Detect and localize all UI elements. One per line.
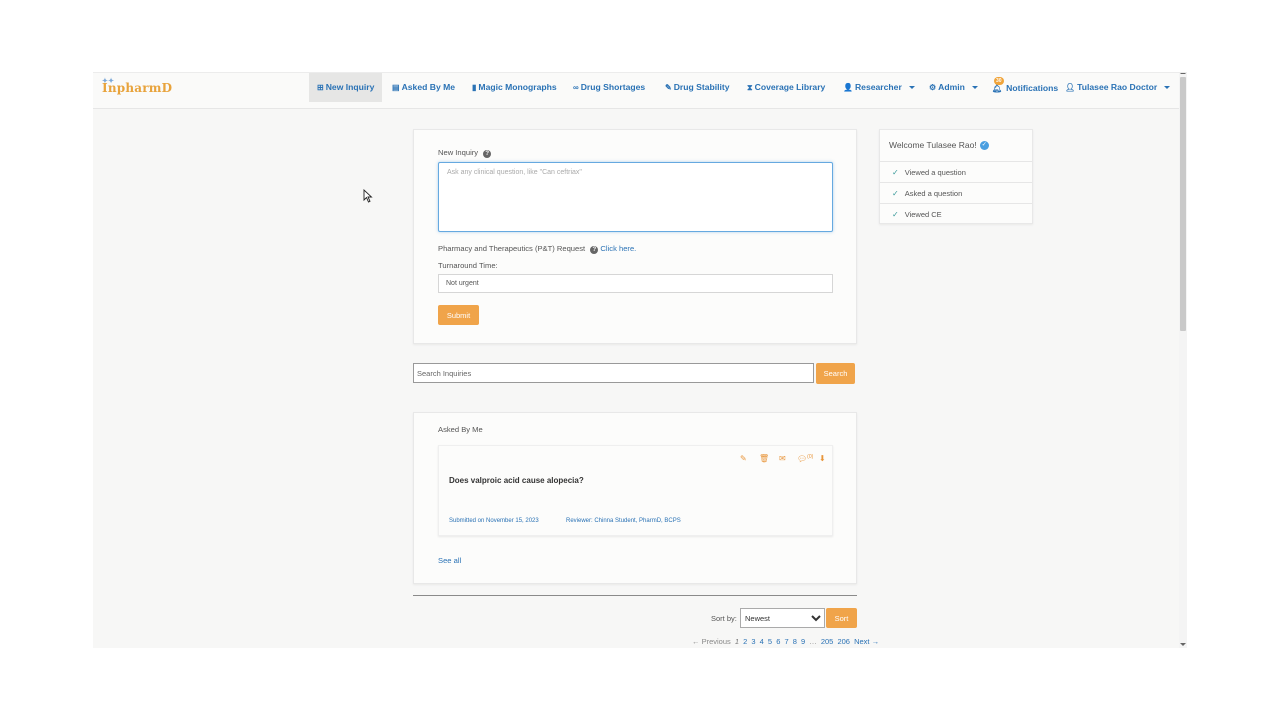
nav-magic-monographs[interactable]: ▮ Magic Monographs — [472, 73, 557, 102]
caret-down-icon — [1164, 86, 1171, 89]
nav-user-dropdown[interactable]: 👤︎ Tulasee Rao Doctor — [1065, 73, 1171, 102]
pagination-page-link[interactable]: 206 — [837, 637, 850, 646]
pagination-page-link[interactable]: 4 — [760, 637, 764, 646]
caret-down-icon — [971, 86, 978, 89]
scrollbar-thumb[interactable] — [1180, 77, 1186, 331]
pagination-page-link[interactable]: 2 — [743, 637, 747, 646]
check-icon: ✓ — [892, 209, 899, 219]
sort-select[interactable]: Newest — [740, 608, 825, 628]
welcome-item: ✓ Viewed CE — [880, 203, 1032, 224]
pagination-page-link[interactable]: 9 — [801, 637, 805, 646]
app-window: ✦✦ InpharmD ⊞ New Inquiry ▤ Asked By Me … — [93, 72, 1187, 648]
sort-button[interactable]: Sort — [826, 608, 857, 628]
scroll-up-arrow-icon[interactable] — [1180, 73, 1186, 74]
reviewer-name[interactable]: Reviewer: Chinna Student, PharmD, BCPS — [566, 518, 681, 524]
notification-count-badge: 30 — [994, 77, 1004, 85]
plus-square-icon: ⊞ — [317, 83, 324, 92]
pt-request-row: Pharmacy and Therapeutics (P&T) Request … — [438, 244, 637, 254]
turnaround-select[interactable]: Not urgent — [438, 274, 833, 293]
verified-badge-icon: ✓ — [979, 140, 989, 150]
pagination-page-link[interactable]: 5 — [768, 637, 772, 646]
mouse-cursor-icon — [363, 189, 373, 203]
help-circle-icon[interactable]: ? — [483, 150, 492, 158]
pagination-page-link[interactable]: 3 — [751, 637, 755, 646]
logo-sparks-icon: ✦✦ — [102, 76, 115, 85]
welcome-panel: Welcome Tulasee Rao! ✓ ✓ Viewed a questi… — [879, 129, 1033, 224]
help-circle-icon[interactable]: ? — [590, 246, 599, 254]
pagination-page-link[interactable]: 205 — [821, 637, 834, 646]
envelope-icon[interactable]: ✉ — [779, 454, 786, 463]
pagination-previous: ← Previous — [692, 637, 731, 646]
nav-drug-stability[interactable]: ✎ Drug Stability — [665, 73, 730, 102]
nav-drug-shortages[interactable]: ∞ Drug Shortages — [573, 73, 645, 102]
trash-icon[interactable]: 🗑︎ — [759, 454, 769, 463]
list-icon: ▤ — [392, 83, 400, 92]
nav-researcher-dropdown[interactable]: 👤 Researcher — [843, 73, 915, 102]
search-button[interactable]: Search — [816, 363, 855, 384]
section-divider — [413, 595, 857, 596]
nav-new-inquiry[interactable]: ⊞ New Inquiry — [309, 73, 383, 102]
check-icon: ✓ — [892, 167, 899, 177]
nav-notifications[interactable]: 🔔︎ 30 Notifications — [992, 74, 1058, 103]
inquiry-card[interactable]: ✎ 🗑︎ ✉ 💬︎(0) ⬇ Does valproic acid cause … — [438, 445, 833, 536]
inquiry-textarea[interactable] — [438, 162, 833, 232]
pagination-next[interactable]: Next → — [854, 637, 879, 646]
comment-count: (0) — [807, 454, 814, 460]
logo[interactable]: ✦✦ InpharmD — [102, 76, 172, 95]
user-icon: 👤︎ — [1065, 83, 1076, 92]
comments-icon[interactable]: 💬︎(0) — [797, 454, 813, 464]
turnaround-label: Turnaround Time: — [438, 261, 498, 270]
submit-button[interactable]: Submit — [438, 305, 479, 325]
pagination-page-link[interactable]: 6 — [776, 637, 780, 646]
pagination-page-link[interactable]: 8 — [793, 637, 797, 646]
sort-label: Sort by: — [711, 614, 737, 623]
hourglass-icon: ⧗ — [747, 83, 753, 92]
scroll-down-arrow-icon[interactable] — [1180, 643, 1186, 646]
user-edit-icon: 👤 — [843, 83, 853, 92]
new-inquiry-panel: New Inquiry ? Pharmacy and Therapeutics … — [413, 129, 857, 344]
download-icon[interactable]: ⬇ — [819, 454, 826, 463]
welcome-item: ✓ Asked a question — [880, 182, 1032, 203]
nav-coverage-library[interactable]: ⧗ Coverage Library — [747, 73, 825, 102]
gear-icon: ⚙ — [929, 83, 937, 92]
pagination: ← Previous 1 2 3 4 5 6 7 8 9 … 205 206 N… — [692, 637, 881, 646]
binoculars-icon: ∞ — [573, 83, 579, 92]
file-icon: ▮ — [472, 83, 477, 92]
check-icon: ✓ — [892, 188, 899, 198]
nav-admin-dropdown[interactable]: ⚙ Admin — [929, 73, 978, 102]
pagination-current-page: 1 — [734, 637, 740, 646]
asked-by-me-panel: Asked By Me ✎ 🗑︎ ✉ 💬︎(0) ⬇ Does valproic… — [413, 412, 857, 584]
see-all-link[interactable]: See all — [438, 556, 461, 565]
pagination-ellipsis: … — [809, 637, 817, 646]
top-navbar: ✦✦ InpharmD ⊞ New Inquiry ▤ Asked By Me … — [93, 73, 1179, 109]
vertical-scrollbar[interactable] — [1179, 73, 1187, 648]
welcome-item: ✓ Viewed a question — [880, 161, 1032, 182]
pencil-icon: ✎ — [665, 83, 672, 92]
asked-by-me-title: Asked By Me — [438, 425, 483, 434]
new-inquiry-label: New Inquiry ? — [438, 148, 492, 158]
inquiry-question[interactable]: Does valproic acid cause alopecia? — [449, 476, 584, 485]
caret-down-icon — [908, 86, 915, 89]
edit-pencil-icon[interactable]: ✎ — [740, 454, 747, 463]
nav-asked-by-me[interactable]: ▤ Asked By Me — [392, 73, 455, 102]
pagination-page-link[interactable]: 7 — [784, 637, 788, 646]
search-inquiries-input[interactable] — [413, 363, 814, 383]
welcome-title: Welcome Tulasee Rao! ✓ — [889, 140, 989, 150]
submitted-date: Submitted on November 15, 2023 — [449, 518, 539, 524]
pt-request-link[interactable]: Click here. — [600, 244, 636, 253]
